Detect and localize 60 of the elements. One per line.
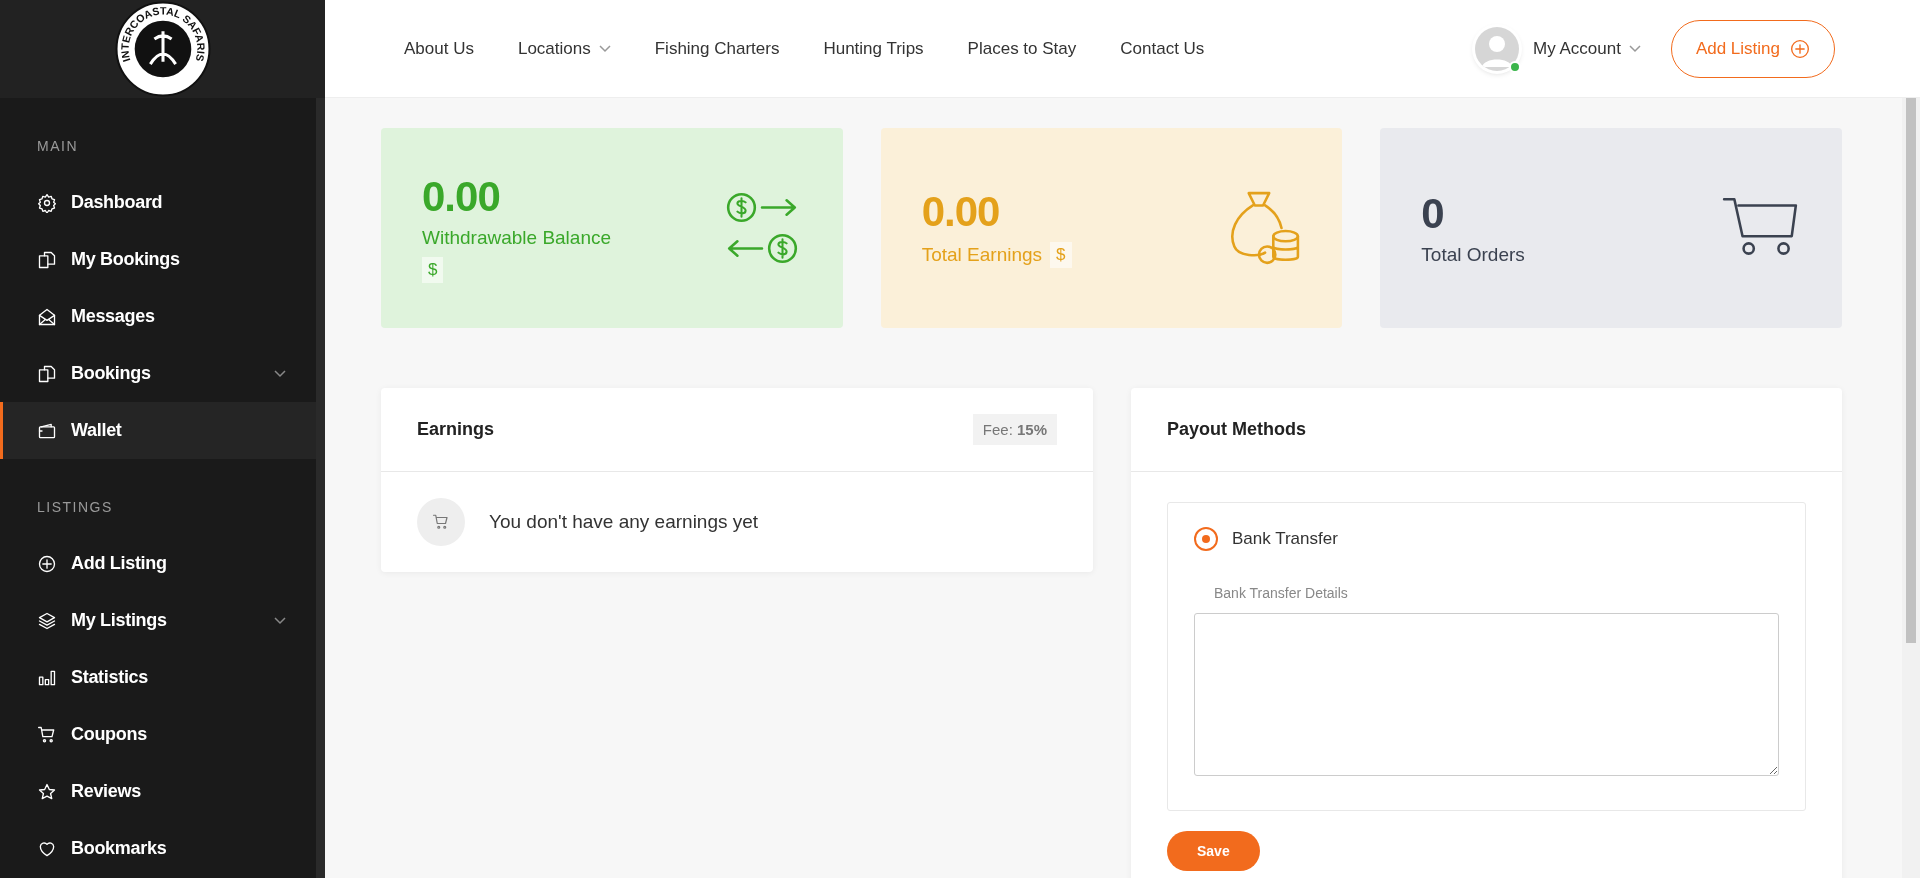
chevron-down-icon xyxy=(1628,44,1641,53)
sidebar-item[interactable]: My Listings xyxy=(0,592,316,649)
sidebar-item[interactable]: Statistics xyxy=(0,649,316,706)
scrollbar[interactable] xyxy=(1902,98,1920,878)
sidebar-item[interactable]: Add Listing xyxy=(0,535,316,592)
sidebar-item-label: Statistics xyxy=(71,667,150,688)
nav-link[interactable]: Contact Us xyxy=(1120,38,1205,59)
sidebar-item-label: Messages xyxy=(71,306,156,327)
sidebar-item[interactable]: Dashboard xyxy=(0,174,316,231)
sidebar-item[interactable]: Bookings xyxy=(0,345,316,402)
sidebar-item-label: Reviews xyxy=(71,781,142,802)
stat-label: Total Orders xyxy=(1421,244,1525,266)
details-input-field[interactable] xyxy=(1194,613,1779,776)
empty-message: You don't have any earnings yet xyxy=(489,511,759,533)
section-heading: MAIN xyxy=(36,137,79,156)
sidebar-item[interactable]: Bookmarks xyxy=(0,820,316,877)
documents-icon xyxy=(37,249,57,270)
star-icon xyxy=(37,781,57,802)
sidebar-item[interactable]: Coupons xyxy=(0,706,316,763)
fee-label: Fee: 15% xyxy=(972,414,1057,445)
panel-title: Payout Methods xyxy=(1167,419,1306,440)
radio-label: Bank Transfer xyxy=(1232,529,1338,549)
radio-button[interactable] xyxy=(1194,527,1218,551)
nav-link[interactable]: About Us xyxy=(404,38,474,59)
sidebar-item[interactable]: Wallet xyxy=(0,402,316,459)
cart-icon xyxy=(37,724,57,745)
gear-icon xyxy=(37,192,57,213)
cart-icon xyxy=(417,498,465,546)
panel-title: Earnings xyxy=(417,419,495,440)
documents-icon xyxy=(37,363,57,384)
layers-icon xyxy=(37,610,57,631)
sidebar-item-label: Add Listing xyxy=(71,553,168,574)
sidebar-item-label: My Bookings xyxy=(71,249,181,270)
sidebar-item-label: Coupons xyxy=(71,724,148,745)
stat-value: 0.00 xyxy=(921,188,1001,236)
sidebar-item-label: Wallet xyxy=(71,420,123,441)
plus-circle-icon xyxy=(1790,38,1810,59)
stat-value: 0.00 xyxy=(422,173,501,221)
envelope-icon xyxy=(37,306,57,327)
sidebar-item[interactable]: Reviews xyxy=(0,763,316,820)
sidebar-item-label: Bookmarks xyxy=(71,838,168,859)
sidebar-item[interactable]: My Bookings xyxy=(0,231,316,288)
sidebar-item[interactable]: Messages xyxy=(0,288,316,345)
sidebar-item-label: Dashboard xyxy=(71,192,164,213)
sidebar-item-label: My Listings xyxy=(71,610,168,631)
stat-label: Total Earnings xyxy=(921,244,1043,266)
nav-link[interactable]: Locations xyxy=(517,38,611,59)
field-label: Bank Transfer Details xyxy=(1214,585,1349,601)
currency-symbol: $ xyxy=(422,257,444,283)
avatar[interactable] xyxy=(1475,26,1519,71)
nav-link[interactable]: Places to Stay xyxy=(967,38,1077,59)
nav-link[interactable]: Hunting Trips xyxy=(823,38,924,59)
section-heading: LISTINGS xyxy=(36,498,114,517)
plus-circle-icon xyxy=(37,553,57,574)
sidebar-item-label: Bookings xyxy=(71,363,152,384)
stat-value: 0 xyxy=(1421,190,1445,238)
stat-label: Withdrawable Balance xyxy=(422,227,612,249)
currency-symbol: $ xyxy=(1050,242,1072,268)
nav-link[interactable]: Fishing Charters xyxy=(654,38,780,59)
account-menu[interactable]: My Account xyxy=(1533,38,1641,59)
